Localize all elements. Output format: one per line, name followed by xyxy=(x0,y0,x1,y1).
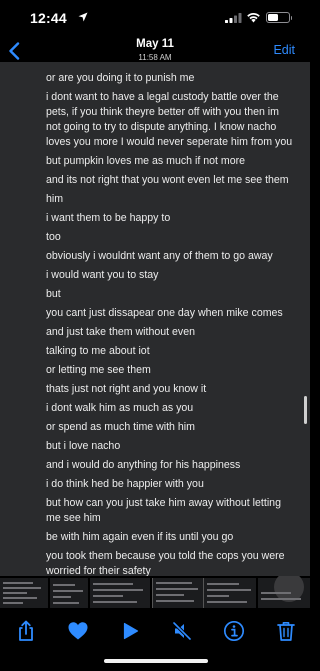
message-line: be with him again even if its until you … xyxy=(46,531,234,543)
message-line: i would want you to stay xyxy=(46,269,159,281)
thumbnail[interactable] xyxy=(50,578,88,608)
battery-level xyxy=(268,14,278,21)
thumbnail[interactable] xyxy=(90,578,150,608)
thumbnail[interactable] xyxy=(204,578,256,608)
message-line: think id ever hurt him? xyxy=(46,62,304,66)
message-line: or spend as much time with him xyxy=(46,421,195,433)
message-list: think id ever hurt him? or are you doing … xyxy=(46,62,304,576)
thumbnail-strip[interactable] xyxy=(0,576,310,610)
message-line: or are you doing it to punish me xyxy=(46,72,195,84)
message-line: i want them to be happy to xyxy=(46,212,171,224)
edit-button[interactable]: Edit xyxy=(273,43,295,57)
status-bar: 12:44 xyxy=(0,0,310,38)
cellular-signal-icon xyxy=(225,13,242,23)
status-time: 12:44 xyxy=(30,10,67,26)
heart-icon xyxy=(68,622,88,640)
message-line: but xyxy=(46,288,61,300)
message-line: but pumpkin loves me as much if not more xyxy=(46,155,246,167)
speaker-muted-icon xyxy=(172,621,192,641)
message-line: not going to try to dispute anything. I … xyxy=(46,121,277,133)
favorite-button[interactable] xyxy=(67,620,89,642)
message-line: too xyxy=(46,231,61,243)
message-line: him xyxy=(46,193,64,205)
message-line: but i love nacho xyxy=(46,440,121,452)
mute-button[interactable] xyxy=(171,620,193,642)
share-icon xyxy=(19,620,33,641)
message-line: and its not right that you wont even let… xyxy=(46,174,289,186)
photo-viewer: 12:44 May 11 11:58 AM Edit think id ever… xyxy=(0,0,310,671)
message-line: talking to me about iot xyxy=(46,345,150,357)
play-button[interactable] xyxy=(119,620,141,642)
message-line: but how can you just take him away witho… xyxy=(46,497,281,509)
message-line: you took them because you told the cops … xyxy=(46,550,285,562)
share-button[interactable] xyxy=(15,620,37,642)
wifi-icon xyxy=(247,12,260,23)
message-line: pets, if you think theyre better off wit… xyxy=(46,106,279,118)
thumbnail[interactable] xyxy=(0,578,48,608)
thumbnail-current[interactable] xyxy=(152,578,204,608)
thumbnail[interactable] xyxy=(258,576,310,608)
photo-content: think id ever hurt him? or are you doing … xyxy=(0,62,310,576)
message-line: thats just not right and you know it xyxy=(46,383,207,395)
message-line: i dont walk him as much as you xyxy=(46,402,194,414)
message-line: loves you more I would never seperate hi… xyxy=(46,136,293,148)
message-line: obviously i wouldnt want any of them to … xyxy=(46,250,273,262)
photo-date-title: May 11 xyxy=(136,38,174,50)
message-line: i do think hed be happier with you xyxy=(46,478,204,490)
delete-button[interactable] xyxy=(275,620,297,642)
home-indicator xyxy=(104,659,208,663)
location-arrow-icon xyxy=(78,12,88,22)
info-icon xyxy=(223,620,245,642)
nav-bar: May 11 11:58 AM Edit xyxy=(0,36,310,64)
message-line: i dont want to have a legal custody batt… xyxy=(46,91,279,103)
photo-time-subtitle: 11:58 AM xyxy=(138,53,172,62)
battery-icon xyxy=(266,12,292,23)
bottom-toolbar xyxy=(0,614,310,650)
message-line: and just take them without even xyxy=(46,326,195,338)
scroll-indicator xyxy=(304,396,307,424)
message-line: you cant just dissapear one day when mik… xyxy=(46,307,283,319)
play-icon xyxy=(123,622,139,640)
message-line: worried for their safety xyxy=(46,565,151,576)
info-button[interactable] xyxy=(223,620,245,642)
message-line: me see him xyxy=(46,512,101,524)
trash-icon xyxy=(277,621,295,641)
message-line: and i would do anything for his happines… xyxy=(46,459,241,471)
message-line: or letting me see them xyxy=(46,364,151,376)
